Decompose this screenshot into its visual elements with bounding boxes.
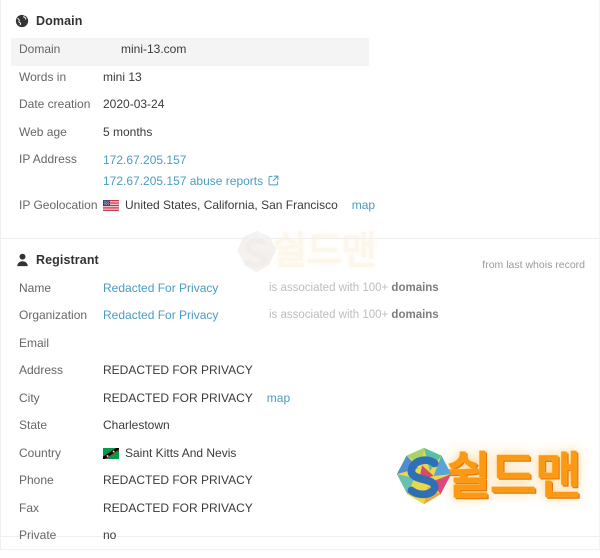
domain-rows: Domain mini-13.com Words in mini 13 Date… xyxy=(1,38,599,228)
row-label-state: State xyxy=(19,418,48,432)
external-link-icon[interactable] xyxy=(268,175,279,186)
table-row-date-creation: Date creation 2020-03-24 xyxy=(1,93,599,121)
name-associated-domains: is associated with 100+ domains xyxy=(269,279,439,298)
row-value-domain: mini-13.com xyxy=(121,42,187,56)
whois-report-page: 쉴드맨 쉴드맨 Domain Domain mini-13.com Words … xyxy=(0,0,600,550)
table-row-state: State Charlestown xyxy=(1,414,599,442)
row-value-address: REDACTED FOR PRIVACY xyxy=(103,363,253,377)
table-row-words-in: Words in mini 13 xyxy=(1,66,599,94)
table-row-domain: Domain mini-13.com xyxy=(11,38,369,66)
table-row-address: Address REDACTED FOR PRIVACY xyxy=(1,359,599,387)
row-value-private: no xyxy=(103,528,117,542)
registrant-name-link[interactable]: Redacted For Privacy xyxy=(103,279,218,298)
ip-geolocation-map-link[interactable]: map xyxy=(352,196,375,215)
table-row-private: Private no xyxy=(1,524,599,552)
registrant-section-header: Registrant from last whois record xyxy=(1,239,599,277)
name-assoc-domains-link[interactable]: domains xyxy=(391,282,438,294)
row-value-web-age: 5 months xyxy=(103,124,153,139)
table-row-name: Name Redacted For Privacy is associated … xyxy=(1,277,599,305)
row-label-fax: Fax xyxy=(19,500,40,515)
domain-section-title: Domain xyxy=(36,14,83,28)
row-value-fax: REDACTED FOR PRIVACY xyxy=(103,500,253,515)
ip-abuse-reports-line: 172.67.205.157 abuse reports xyxy=(103,171,599,192)
row-value-ip-address: 172.67.205.157 172.67.205.157 abuse repo… xyxy=(103,150,599,192)
row-label-name: Name xyxy=(19,280,52,295)
row-label-phone: Phone xyxy=(19,473,54,487)
registrant-rows: Name Redacted For Privacy is associated … xyxy=(1,277,599,558)
registrant-section-title: Registrant xyxy=(36,252,99,267)
row-label-words-in: Words in xyxy=(19,69,67,84)
row-label-domain: Domain xyxy=(19,42,61,56)
ip-address-link[interactable]: 172.67.205.157 xyxy=(103,153,186,167)
table-row-email: Email xyxy=(1,332,599,360)
registrant-organization-link[interactable]: Redacted For Privacy xyxy=(103,306,218,325)
row-value-state: Charlestown xyxy=(103,418,170,432)
us-flag-icon xyxy=(103,200,119,211)
row-label-city: City xyxy=(19,390,40,405)
table-row-organization: Organization Redacted For Privacy is ass… xyxy=(1,304,599,332)
organization-associated-domains: is associated with 100+ domains xyxy=(269,306,439,325)
row-value-ip-geolocation: United States, California, San Francisco… xyxy=(103,196,599,215)
row-label-address: Address xyxy=(19,363,64,377)
row-value-country: Saint Kitts And Nevis xyxy=(103,444,599,463)
name-assoc-prefix: is associated with 100+ xyxy=(269,281,392,294)
ip-geolocation-text: United States, California, San Francisco xyxy=(125,198,338,212)
city-text: REDACTED FOR PRIVACY xyxy=(103,390,253,405)
row-value-city: REDACTED FOR PRIVACY map xyxy=(103,389,599,408)
row-label-email: Email xyxy=(19,335,50,350)
table-row-city: City REDACTED FOR PRIVACY map xyxy=(1,387,599,415)
row-label-organization: Organization xyxy=(19,308,88,322)
ip-address-line: 172.67.205.157 xyxy=(103,150,599,171)
table-row-phone: Phone REDACTED FOR PRIVACY xyxy=(1,469,599,497)
row-label-country: Country xyxy=(19,445,62,460)
kn-flag-icon xyxy=(103,447,119,459)
row-label-web-age: Web age xyxy=(19,124,67,139)
table-row-ip-geolocation: IP Geolocation United States, California… xyxy=(1,194,599,222)
row-value-date-creation: 2020-03-24 xyxy=(103,97,165,111)
row-label-ip-geolocation: IP Geolocation xyxy=(19,198,98,212)
org-assoc-prefix: is associated with 100+ xyxy=(269,309,392,321)
row-value-phone: REDACTED FOR PRIVACY xyxy=(103,473,253,487)
whois-record-note: from last whois record xyxy=(482,258,585,271)
row-value-words-in: mini 13 xyxy=(103,69,142,84)
globe-icon xyxy=(15,14,29,28)
city-map-link[interactable]: map xyxy=(267,389,290,408)
org-assoc-domains-link[interactable]: domains xyxy=(391,309,438,321)
ip-abuse-reports-link[interactable]: 172.67.205.157 abuse reports xyxy=(103,174,263,188)
country-text: Saint Kitts And Nevis xyxy=(125,445,237,460)
row-label-date-creation: Date creation xyxy=(19,97,91,111)
domain-section: Domain Domain mini-13.com Words in mini … xyxy=(1,0,599,239)
registrant-section: Registrant from last whois record Name R… xyxy=(1,239,599,558)
table-row-country: Country Saint Kitts And Nevis xyxy=(1,442,599,470)
table-row-ip-address: IP Address 172.67.205.157 172.67.205.157… xyxy=(1,148,599,194)
domain-section-header: Domain xyxy=(1,0,599,38)
row-label-private: Private xyxy=(19,528,57,542)
person-icon xyxy=(15,253,29,267)
table-row-web-age: Web age 5 months xyxy=(1,121,599,149)
table-row-fax: Fax REDACTED FOR PRIVACY xyxy=(1,497,599,525)
row-label-ip-address: IP Address xyxy=(19,152,77,166)
